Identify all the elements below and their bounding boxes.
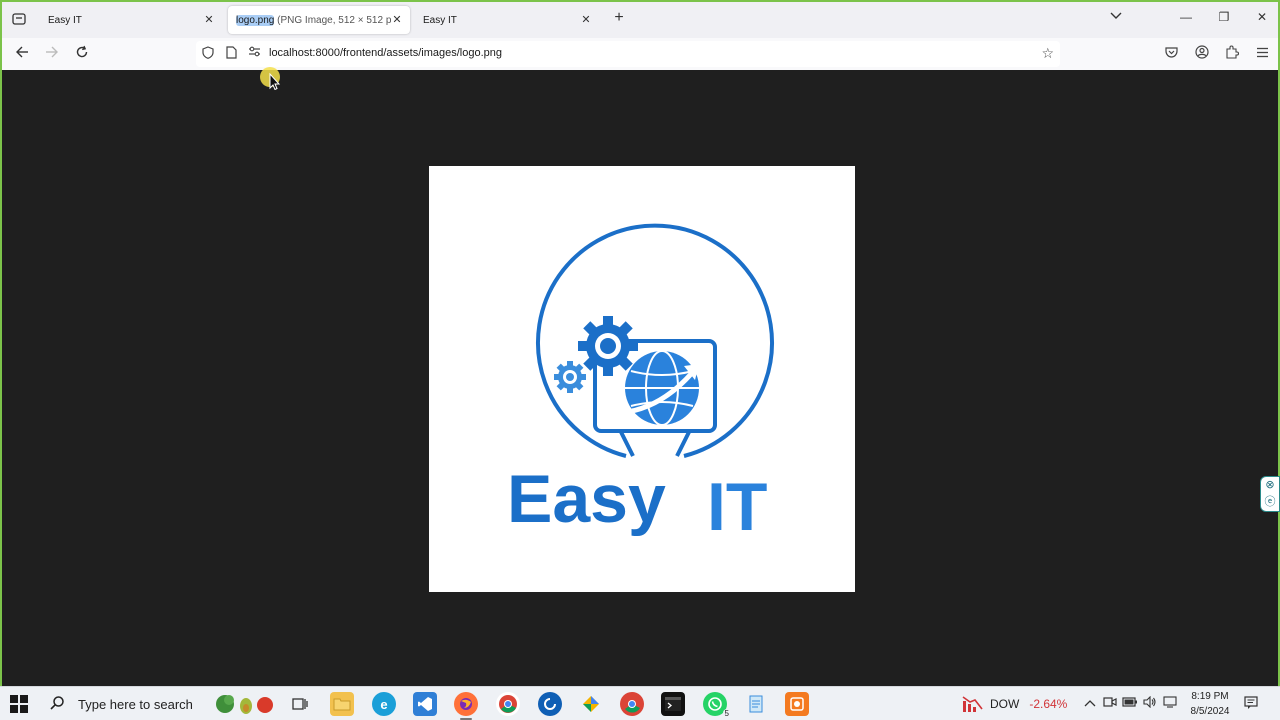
logo-text-easy: Easy bbox=[507, 461, 666, 537]
tab-logo-png[interactable]: logo.png (PNG Image, 512 × 512 p ✕ bbox=[228, 6, 410, 34]
logo-text-it: IT bbox=[707, 469, 767, 545]
close-icon[interactable]: ✕ bbox=[202, 13, 216, 27]
close-icon[interactable]: ✕ bbox=[579, 13, 593, 27]
minimize-icon[interactable]: — bbox=[1176, 10, 1196, 24]
easy-it-logo: Easy IT bbox=[507, 223, 774, 545]
tab-bar: Easy IT ✕ logo.png (PNG Image, 512 × 512… bbox=[0, 0, 1280, 38]
image-viewer: Easy IT ⊗ ⓔ bbox=[0, 70, 1280, 686]
stock-change: -2.64% bbox=[1029, 697, 1068, 711]
reload-icon[interactable] bbox=[72, 44, 92, 64]
page-icon[interactable] bbox=[223, 46, 239, 62]
stock-down-chart-icon bbox=[962, 696, 983, 712]
volume-icon[interactable] bbox=[1142, 695, 1158, 711]
permissions-icon[interactable] bbox=[246, 46, 262, 62]
notification-icon[interactable] bbox=[1244, 696, 1258, 712]
file-explorer-icon[interactable] bbox=[330, 692, 354, 716]
nav-bar: localhost:8000/frontend/assets/images/lo… bbox=[0, 38, 1280, 70]
vegetables-icon bbox=[216, 695, 273, 714]
close-circle-icon[interactable]: ⊗ bbox=[1261, 477, 1279, 494]
hamburger-menu-icon[interactable] bbox=[1253, 45, 1271, 63]
recorder-app-icon[interactable] bbox=[785, 692, 809, 716]
taskbar: Type here to search e 5 DOW -2.64% 8:19 … bbox=[0, 686, 1280, 720]
clock-time: 8:19 PM bbox=[1191, 691, 1229, 702]
edge-icon[interactable]: e bbox=[372, 692, 396, 716]
whatsapp-icon[interactable]: 5 bbox=[703, 692, 731, 718]
shield-icon[interactable] bbox=[200, 46, 216, 62]
system-clock[interactable]: 8:19 PM 8/5/2024 bbox=[1184, 689, 1236, 719]
stock-ticker: DOW bbox=[990, 697, 1020, 711]
windows-start-icon[interactable] bbox=[10, 695, 28, 713]
side-extension-widget[interactable]: ⊗ ⓔ bbox=[1260, 476, 1280, 512]
tab-title: Easy IT bbox=[423, 14, 457, 26]
tab-title: Easy IT bbox=[48, 14, 82, 26]
chrome-icon[interactable] bbox=[496, 692, 520, 716]
back-arrow-icon[interactable] bbox=[12, 44, 32, 64]
terminal-icon[interactable] bbox=[661, 692, 685, 716]
vscode-icon[interactable] bbox=[413, 692, 437, 716]
new-tab-button[interactable]: + bbox=[610, 9, 628, 27]
chevron-up-icon[interactable] bbox=[1082, 696, 1098, 710]
tab-easy-it-1[interactable]: Easy IT ✕ bbox=[40, 6, 222, 34]
url-bar[interactable]: localhost:8000/frontend/assets/images/lo… bbox=[196, 41, 1060, 67]
account-icon[interactable] bbox=[1193, 45, 1211, 63]
browser-app-icon[interactable] bbox=[538, 692, 562, 716]
restore-icon[interactable]: ❐ bbox=[1214, 10, 1234, 24]
chevron-down-icon[interactable] bbox=[1110, 11, 1122, 23]
tab-easy-it-2[interactable]: Easy IT ✕ bbox=[415, 6, 599, 34]
chrome-profile-icon[interactable] bbox=[620, 692, 644, 716]
network-icon[interactable] bbox=[1162, 696, 1178, 711]
firefox-icon[interactable] bbox=[454, 692, 478, 720]
tab-title-highlight: logo.png bbox=[236, 14, 275, 26]
tab-title-rest: (PNG Image, 512 × 512 p bbox=[274, 14, 392, 26]
notepad-icon[interactable] bbox=[744, 692, 768, 716]
tab-title: logo.png (PNG Image, 512 × 512 p bbox=[236, 14, 392, 26]
window-close-icon[interactable]: ✕ bbox=[1252, 10, 1272, 24]
pocket-icon[interactable] bbox=[1162, 45, 1180, 63]
tab-list-icon[interactable] bbox=[8, 8, 30, 30]
search-icon bbox=[50, 695, 66, 713]
close-icon[interactable]: ✕ bbox=[390, 13, 404, 27]
whatsapp-badge: 5 bbox=[722, 709, 731, 718]
url-text[interactable]: localhost:8000/frontend/assets/images/lo… bbox=[269, 47, 502, 59]
mouse-cursor-icon bbox=[260, 67, 281, 90]
app-diamond-icon[interactable] bbox=[579, 692, 603, 716]
task-view-icon[interactable] bbox=[288, 692, 312, 716]
forward-arrow-icon[interactable] bbox=[42, 44, 62, 64]
clock-date: 8/5/2024 bbox=[1190, 706, 1230, 717]
battery-icon[interactable] bbox=[1122, 696, 1138, 710]
extension-e-icon[interactable]: ⓔ bbox=[1261, 494, 1279, 511]
meet-now-icon[interactable] bbox=[1102, 696, 1118, 711]
star-icon[interactable]: ☆ bbox=[1041, 45, 1054, 62]
extensions-icon[interactable] bbox=[1223, 45, 1241, 63]
stock-widget[interactable]: DOW -2.64% bbox=[962, 695, 1067, 713]
search-placeholder: Type here to search bbox=[78, 696, 193, 712]
logo-image[interactable]: Easy IT bbox=[429, 166, 855, 592]
